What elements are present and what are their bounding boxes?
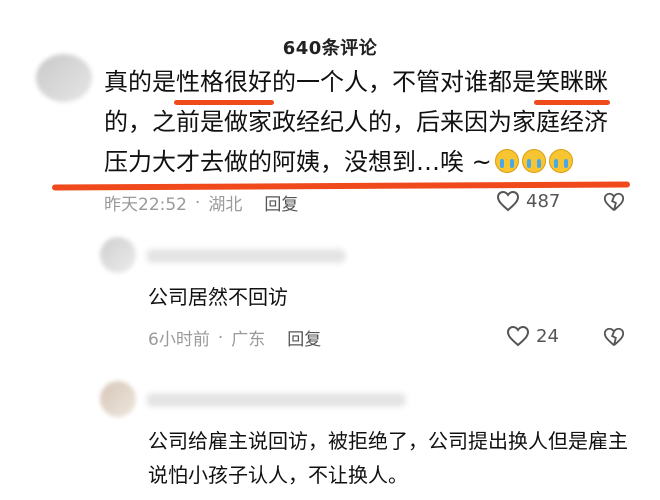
broken-heart-icon[interactable]	[603, 326, 625, 348]
timestamp: 昨天22:52	[104, 195, 187, 215]
like-count: 24	[536, 325, 559, 347]
comment-text: 真的是性格很好的一个人，不管对谁都是笑眯眯 的，之前是做家政经纪人的，后来因为家…	[104, 62, 644, 182]
comment-line-1: 真的是性格很好的一个人，不管对谁都是笑眯眯	[104, 62, 644, 105]
comment-count-header: 640条评论	[282, 38, 378, 59]
broken-heart-icon[interactable]	[603, 191, 625, 213]
like-button[interactable]: 24	[506, 325, 559, 347]
like-count: 487	[526, 190, 561, 212]
reply-text: 公司给雇主说回访，被拒绝了，公司提出换人但是雇主说怕小孩子认人，不让换人。	[148, 429, 628, 487]
separator: ·	[195, 192, 201, 213]
reply-button[interactable]: 回复	[287, 325, 321, 350]
comment-meta: 昨天22:52 · 湖北 回复	[104, 190, 298, 216]
crying-emoji-icon	[521, 149, 546, 173]
location: 广东	[231, 330, 266, 350]
location: 湖北	[208, 195, 243, 215]
heart-icon	[506, 325, 530, 347]
separator: ·	[217, 327, 224, 348]
reply-meta: 6小时前 · 广东 回复	[148, 325, 321, 351]
comment-line-2: 的，之前是做家政经纪人的，后来因为家庭经济	[104, 108, 608, 136]
avatar[interactable]	[100, 237, 136, 273]
heart-icon	[496, 190, 520, 212]
avatar[interactable]	[100, 381, 136, 417]
text-segment: 压力大才去做的阿姨，没想到…唉 ~	[104, 148, 492, 176]
like-button[interactable]: 487	[496, 190, 560, 212]
crying-emoji-icon	[548, 149, 573, 173]
crying-emoji-icon	[494, 149, 519, 173]
text-segment: 的一个人，不管对谁都是	[272, 68, 536, 96]
blurred-username	[146, 393, 406, 407]
blurred-username	[146, 249, 346, 263]
highlighted-phrase: 笑眯眯	[534, 62, 610, 105]
highlighted-phrase: 性格很好	[174, 62, 274, 105]
reply-text: 公司居然不回访	[148, 285, 288, 309]
text-segment: 真的是	[104, 68, 176, 96]
comment-line-3: 压力大才去做的阿姨，没想到…唉 ~	[104, 142, 644, 182]
timestamp: 6小时前	[148, 330, 210, 350]
avatar[interactable]	[36, 54, 92, 102]
reply-button[interactable]: 回复	[264, 190, 298, 215]
